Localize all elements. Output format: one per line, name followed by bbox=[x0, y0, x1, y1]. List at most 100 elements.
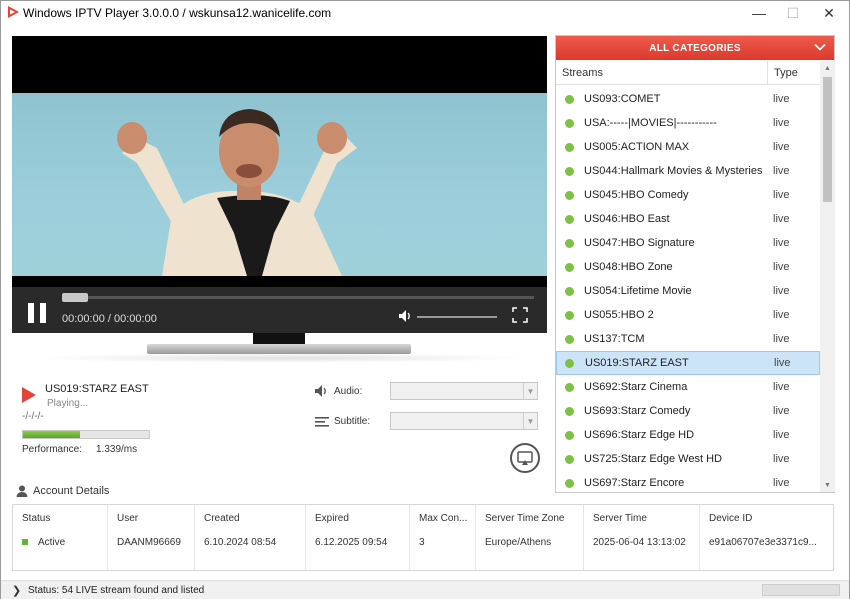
stream-row[interactable]: US044:Hallmark Movies & Mysteries live bbox=[556, 159, 820, 183]
live-status-icon bbox=[565, 215, 574, 224]
window-title: Windows IPTV Player 3.0.0.0 / wskunsa12.… bbox=[23, 6, 332, 20]
stream-row[interactable]: US725:Starz Edge West HD live bbox=[556, 447, 820, 471]
account-value: e91a06707e3e3371c9... bbox=[709, 537, 817, 548]
stream-type: live bbox=[773, 213, 790, 225]
stream-row[interactable]: US696:Starz Edge HD live bbox=[556, 423, 820, 447]
stream-name: US019:STARZ EAST bbox=[585, 357, 689, 369]
account-status-value: Active bbox=[22, 537, 65, 548]
pause-button[interactable] bbox=[28, 303, 48, 323]
live-status-icon bbox=[565, 359, 574, 368]
live-status-icon bbox=[565, 143, 574, 152]
column-divider[interactable] bbox=[767, 61, 768, 85]
scroll-down-icon[interactable]: ▼ bbox=[820, 478, 835, 492]
scroll-thumb[interactable] bbox=[823, 77, 832, 202]
subtitle-icon bbox=[315, 417, 329, 427]
account-value: Europe/Athens bbox=[485, 537, 552, 548]
live-status-icon bbox=[565, 383, 574, 392]
account-table: Status Active User DAANM96669 Created 6.… bbox=[12, 504, 834, 571]
volume-slider[interactable] bbox=[417, 316, 497, 318]
stream-name: US697:Starz Encore bbox=[584, 477, 685, 489]
account-header: Status bbox=[22, 513, 51, 524]
account-status-text: Active bbox=[38, 537, 66, 548]
live-status-icon bbox=[565, 263, 574, 272]
performance-value: 1.339/ms bbox=[96, 444, 138, 455]
stream-row[interactable]: US047:HBO Signature live bbox=[556, 231, 820, 255]
player-controls: 00:00:00 / 00:00:00 bbox=[12, 287, 547, 333]
stream-list-header: Streams Type bbox=[556, 61, 820, 85]
status-bar: ❯ Status: 54 LIVE stream found and liste… bbox=[1, 580, 849, 599]
stream-row[interactable]: US045:HBO Comedy live bbox=[556, 183, 820, 207]
stream-type: live bbox=[774, 357, 791, 369]
account-header: Server Time bbox=[593, 513, 647, 524]
stream-row[interactable]: US697:Starz Encore live bbox=[556, 471, 820, 495]
close-button[interactable]: ✕ bbox=[811, 1, 847, 25]
account-value: DAANM96669 bbox=[117, 537, 181, 548]
live-status-icon bbox=[565, 431, 574, 440]
live-status-icon bbox=[565, 191, 574, 200]
live-status-icon bbox=[565, 335, 574, 344]
stream-row[interactable]: US093:COMET live bbox=[556, 87, 820, 111]
stream-row[interactable]: US046:HBO East live bbox=[556, 207, 820, 231]
stream-type: live bbox=[773, 453, 790, 465]
column-header-type[interactable]: Type bbox=[774, 67, 798, 79]
account-col-user: User DAANM96669 bbox=[108, 505, 195, 570]
app-window: Windows IPTV Player 3.0.0.0 / wskunsa12.… bbox=[0, 0, 850, 599]
live-status-icon bbox=[565, 95, 574, 104]
pause-icon bbox=[28, 303, 34, 323]
stream-type: live bbox=[773, 405, 790, 417]
stream-type: live bbox=[773, 333, 790, 345]
category-dropdown[interactable]: ALL CATEGORIES bbox=[556, 36, 834, 60]
stream-row[interactable]: US005:ACTION MAX live bbox=[556, 135, 820, 159]
subtitle-select[interactable]: ▼ bbox=[390, 412, 538, 430]
account-col-created: Created 6.10.2024 08:54 bbox=[195, 505, 306, 570]
performance-bar bbox=[22, 430, 150, 439]
stream-list-scrollbar[interactable]: ▲ ▼ bbox=[820, 61, 835, 492]
status-text: Status: 54 LIVE stream found and listed bbox=[28, 585, 205, 596]
chevron-down-icon bbox=[814, 43, 826, 51]
stream-row[interactable]: US054:Lifetime Movie live bbox=[556, 279, 820, 303]
volume-icon[interactable] bbox=[398, 309, 414, 323]
account-col-timezone: Server Time Zone Europe/Athens bbox=[476, 505, 584, 570]
stream-row[interactable]: US048:HBO Zone live bbox=[556, 255, 820, 279]
video-player[interactable]: 00:00:00 / 00:00:00 bbox=[12, 36, 547, 333]
stream-row[interactable]: US692:Starz Cinema live bbox=[556, 375, 820, 399]
now-playing-channel: US019:STARZ EAST bbox=[45, 383, 149, 395]
stream-name: US047:HBO Signature bbox=[584, 237, 695, 249]
seek-track[interactable] bbox=[62, 296, 534, 299]
account-header: Max Con... bbox=[419, 513, 468, 524]
stream-row[interactable]: US693:Starz Comedy live bbox=[556, 399, 820, 423]
performance-label: Performance: bbox=[22, 444, 83, 455]
stream-row[interactable]: US019:STARZ EAST live bbox=[556, 351, 820, 375]
stream-type: live bbox=[773, 93, 790, 105]
stream-type: live bbox=[773, 309, 790, 321]
app-logo-icon bbox=[8, 6, 19, 18]
account-value: 2025-06-04 13:13:02 bbox=[593, 537, 686, 548]
stream-name: US055:HBO 2 bbox=[584, 309, 654, 321]
account-col-status: Status Active bbox=[13, 505, 108, 570]
stream-row[interactable]: US137:TCM live bbox=[556, 327, 820, 351]
monitor-stand-neck bbox=[253, 333, 305, 344]
stream-name: US044:Hallmark Movies & Mysteries bbox=[584, 165, 762, 177]
scroll-up-icon[interactable]: ▲ bbox=[820, 61, 835, 75]
stream-name: USA:-----|MOVIES|----------- bbox=[584, 117, 717, 129]
chevron-right-icon[interactable]: ❯ bbox=[12, 584, 21, 597]
playback-time: 00:00:00 / 00:00:00 bbox=[62, 313, 157, 325]
account-col-server-time: Server Time 2025-06-04 13:13:02 bbox=[584, 505, 700, 570]
seek-handle[interactable] bbox=[62, 293, 88, 302]
account-value: 3 bbox=[419, 537, 425, 548]
account-value: 6.12.2025 09:54 bbox=[315, 537, 388, 548]
maximize-button[interactable]: ☐ bbox=[775, 1, 811, 25]
column-header-streams[interactable]: Streams bbox=[562, 67, 603, 79]
status-progress-bar bbox=[762, 584, 840, 596]
now-playing-icon bbox=[22, 387, 36, 403]
categories-panel: ALL CATEGORIES Streams Type US093:COMET l… bbox=[555, 35, 835, 493]
stream-row[interactable]: USA:-----|MOVIES|----------- live bbox=[556, 111, 820, 135]
stream-type: live bbox=[773, 117, 790, 129]
live-status-icon bbox=[565, 479, 574, 488]
account-header: Expired bbox=[315, 513, 349, 524]
cast-button[interactable] bbox=[510, 443, 540, 473]
fullscreen-icon[interactable] bbox=[512, 307, 528, 323]
stream-row[interactable]: US055:HBO 2 live bbox=[556, 303, 820, 327]
audio-select[interactable]: ▼ bbox=[390, 382, 538, 400]
minimize-button[interactable]: — bbox=[741, 1, 777, 25]
